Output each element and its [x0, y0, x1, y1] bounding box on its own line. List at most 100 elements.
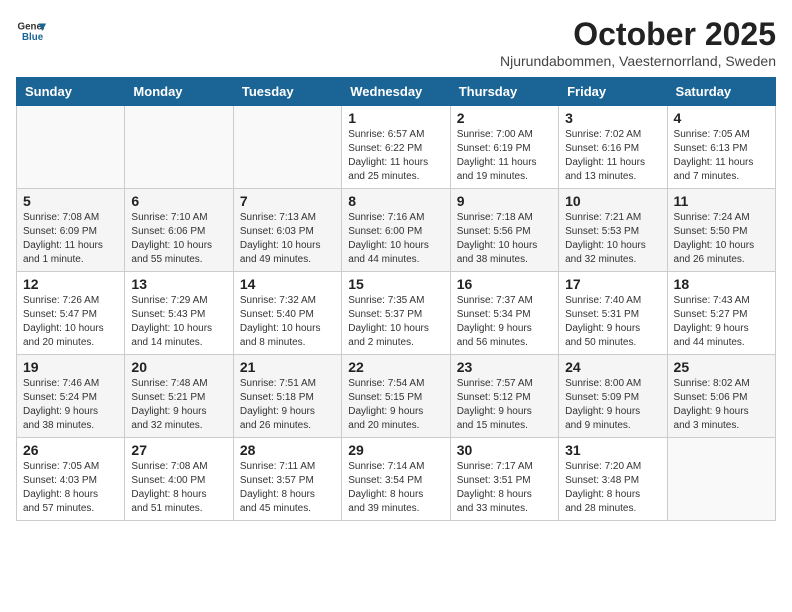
title-block: October 2025 Njurundabommen, Vaesternorr…: [500, 16, 776, 69]
day-info: Sunrise: 7:40 AM Sunset: 5:31 PM Dayligh…: [565, 294, 660, 350]
weekday-header-wednesday: Wednesday: [342, 78, 450, 106]
calendar-day-5: 5 Sunrise: 7:08 AM Sunset: 6:09 PM Daylig…: [17, 189, 125, 272]
day-number: 7: [240, 193, 335, 209]
day-info: Sunrise: 7:17 AM Sunset: 3:51 PM Dayligh…: [457, 460, 552, 516]
calendar-day-12: 12Sunrise: 7:26 AM Sunset: 5:47 PM Dayli…: [17, 272, 125, 355]
calendar-day-10: 10 Sunrise: 7:21 AM Sunset: 5:53 PM Dayli…: [559, 189, 667, 272]
calendar-day-28: 28 Sunrise: 7:11 AM Sunset: 3:57 PM Dayli…: [233, 438, 341, 521]
day-number: 10: [565, 193, 660, 209]
calendar-day-empty: [17, 106, 125, 189]
day-number: 28: [240, 442, 335, 458]
day-info: Sunrise: 7:51 AM Sunset: 5:18 PM Dayligh…: [240, 377, 335, 433]
day-info: Sunrise: 7:29 AM Sunset: 5:43 PM Dayligh…: [131, 294, 226, 350]
day-info: Sunrise: 7:14 AM Sunset: 3:54 PM Dayligh…: [348, 460, 443, 516]
day-info: Sunrise: 7:13 AM Sunset: 6:03 PM Dayligh…: [240, 211, 335, 267]
calendar-day-29: 29 Sunrise: 7:14 AM Sunset: 3:54 PM Dayli…: [342, 438, 450, 521]
day-number: 24: [565, 359, 660, 375]
day-info: Sunrise: 7:05 AM Sunset: 4:03 PM Dayligh…: [23, 460, 118, 516]
calendar-day-9: 9 Sunrise: 7:18 AM Sunset: 5:56 PM Daylig…: [450, 189, 558, 272]
month-year-title: October 2025: [500, 16, 776, 53]
day-info: Sunrise: 7:18 AM Sunset: 5:56 PM Dayligh…: [457, 211, 552, 267]
location-subtitle: Njurundabommen, Vaesternorrland, Sweden: [500, 53, 776, 69]
calendar-day-20: 20 Sunrise: 7:48 AM Sunset: 5:21 PM Dayli…: [125, 355, 233, 438]
day-info: Sunrise: 7:57 AM Sunset: 5:12 PM Dayligh…: [457, 377, 552, 433]
day-info: Sunrise: 7:11 AM Sunset: 3:57 PM Dayligh…: [240, 460, 335, 516]
calendar-day-24: 24 Sunrise: 8:00 AM Sunset: 5:09 PM Dayli…: [559, 355, 667, 438]
day-info: Sunrise: 7:08 AM Sunset: 4:00 PM Dayligh…: [131, 460, 226, 516]
day-number: 18: [674, 276, 769, 292]
day-info: Sunrise: 6:57 AM Sunset: 6:22 PM Dayligh…: [348, 128, 443, 184]
calendar-day-15: 15 Sunrise: 7:35 AM Sunset: 5:37 PM Dayli…: [342, 272, 450, 355]
day-number: 21: [240, 359, 335, 375]
day-number: 9: [457, 193, 552, 209]
calendar-table: SundayMondayTuesdayWednesdayThursdayFrid…: [16, 77, 776, 521]
calendar-week-row-1: 1Sunrise: 6:57 AM Sunset: 6:22 PM Daylig…: [17, 106, 776, 189]
calendar-day-18: 18Sunrise: 7:43 AM Sunset: 5:27 PM Dayli…: [667, 272, 775, 355]
day-info: Sunrise: 7:08 AM Sunset: 6:09 PM Dayligh…: [23, 211, 118, 267]
day-number: 27: [131, 442, 226, 458]
calendar-week-row-5: 26 Sunrise: 7:05 AM Sunset: 4:03 PM Dayli…: [17, 438, 776, 521]
day-number: 23: [457, 359, 552, 375]
day-number: 4: [674, 110, 769, 126]
day-number: 30: [457, 442, 552, 458]
calendar-week-row-3: 12Sunrise: 7:26 AM Sunset: 5:47 PM Dayli…: [17, 272, 776, 355]
calendar-day-23: 23 Sunrise: 7:57 AM Sunset: 5:12 PM Dayli…: [450, 355, 558, 438]
day-number: 22: [348, 359, 443, 375]
calendar-day-7: 7 Sunrise: 7:13 AM Sunset: 6:03 PM Daylig…: [233, 189, 341, 272]
day-info: Sunrise: 8:00 AM Sunset: 5:09 PM Dayligh…: [565, 377, 660, 433]
day-number: 2: [457, 110, 552, 126]
weekday-header-sunday: Sunday: [17, 78, 125, 106]
day-number: 31: [565, 442, 660, 458]
calendar-day-2: 2 Sunrise: 7:00 AM Sunset: 6:19 PM Daylig…: [450, 106, 558, 189]
day-number: 16: [457, 276, 552, 292]
calendar-day-26: 26 Sunrise: 7:05 AM Sunset: 4:03 PM Dayli…: [17, 438, 125, 521]
page-header: General Blue October 2025 Njurundabommen…: [16, 16, 776, 69]
calendar-day-empty: [233, 106, 341, 189]
day-number: 29: [348, 442, 443, 458]
day-number: 17: [565, 276, 660, 292]
calendar-day-17: 17 Sunrise: 7:40 AM Sunset: 5:31 PM Dayli…: [559, 272, 667, 355]
weekday-header-tuesday: Tuesday: [233, 78, 341, 106]
day-number: 14: [240, 276, 335, 292]
calendar-day-empty: [125, 106, 233, 189]
weekday-header-friday: Friday: [559, 78, 667, 106]
day-number: 11: [674, 193, 769, 209]
day-info: Sunrise: 8:02 AM Sunset: 5:06 PM Dayligh…: [674, 377, 769, 433]
day-number: 25: [674, 359, 769, 375]
day-info: Sunrise: 7:48 AM Sunset: 5:21 PM Dayligh…: [131, 377, 226, 433]
calendar-day-empty: [667, 438, 775, 521]
day-info: Sunrise: 7:21 AM Sunset: 5:53 PM Dayligh…: [565, 211, 660, 267]
day-number: 5: [23, 193, 118, 209]
calendar-day-8: 8Sunrise: 7:16 AM Sunset: 6:00 PM Daylig…: [342, 189, 450, 272]
calendar-day-21: 21 Sunrise: 7:51 AM Sunset: 5:18 PM Dayli…: [233, 355, 341, 438]
calendar-day-30: 30 Sunrise: 7:17 AM Sunset: 3:51 PM Dayli…: [450, 438, 558, 521]
day-number: 19: [23, 359, 118, 375]
calendar-day-4: 4Sunrise: 7:05 AM Sunset: 6:13 PM Daylig…: [667, 106, 775, 189]
day-number: 3: [565, 110, 660, 126]
calendar-day-11: 11 Sunrise: 7:24 AM Sunset: 5:50 PM Dayli…: [667, 189, 775, 272]
day-info: Sunrise: 7:35 AM Sunset: 5:37 PM Dayligh…: [348, 294, 443, 350]
weekday-header-row: SundayMondayTuesdayWednesdayThursdayFrid…: [17, 78, 776, 106]
calendar-week-row-2: 5 Sunrise: 7:08 AM Sunset: 6:09 PM Daylig…: [17, 189, 776, 272]
day-number: 26: [23, 442, 118, 458]
calendar-week-row-4: 19 Sunrise: 7:46 AM Sunset: 5:24 PM Dayli…: [17, 355, 776, 438]
calendar-day-25: 25 Sunrise: 8:02 AM Sunset: 5:06 PM Dayli…: [667, 355, 775, 438]
day-info: Sunrise: 7:37 AM Sunset: 5:34 PM Dayligh…: [457, 294, 552, 350]
day-info: Sunrise: 7:46 AM Sunset: 5:24 PM Dayligh…: [23, 377, 118, 433]
calendar-day-14: 14Sunrise: 7:32 AM Sunset: 5:40 PM Dayli…: [233, 272, 341, 355]
day-number: 13: [131, 276, 226, 292]
calendar-day-22: 22Sunrise: 7:54 AM Sunset: 5:15 PM Dayli…: [342, 355, 450, 438]
logo: General Blue: [16, 16, 46, 46]
day-number: 12: [23, 276, 118, 292]
day-number: 20: [131, 359, 226, 375]
day-info: Sunrise: 7:10 AM Sunset: 6:06 PM Dayligh…: [131, 211, 226, 267]
calendar-day-3: 3Sunrise: 7:02 AM Sunset: 6:16 PM Daylig…: [559, 106, 667, 189]
calendar-day-13: 13 Sunrise: 7:29 AM Sunset: 5:43 PM Dayli…: [125, 272, 233, 355]
day-info: Sunrise: 7:00 AM Sunset: 6:19 PM Dayligh…: [457, 128, 552, 184]
logo-icon: General Blue: [16, 16, 46, 46]
day-info: Sunrise: 7:24 AM Sunset: 5:50 PM Dayligh…: [674, 211, 769, 267]
calendar-day-1: 1Sunrise: 6:57 AM Sunset: 6:22 PM Daylig…: [342, 106, 450, 189]
calendar-day-19: 19 Sunrise: 7:46 AM Sunset: 5:24 PM Dayli…: [17, 355, 125, 438]
weekday-header-saturday: Saturday: [667, 78, 775, 106]
day-number: 15: [348, 276, 443, 292]
